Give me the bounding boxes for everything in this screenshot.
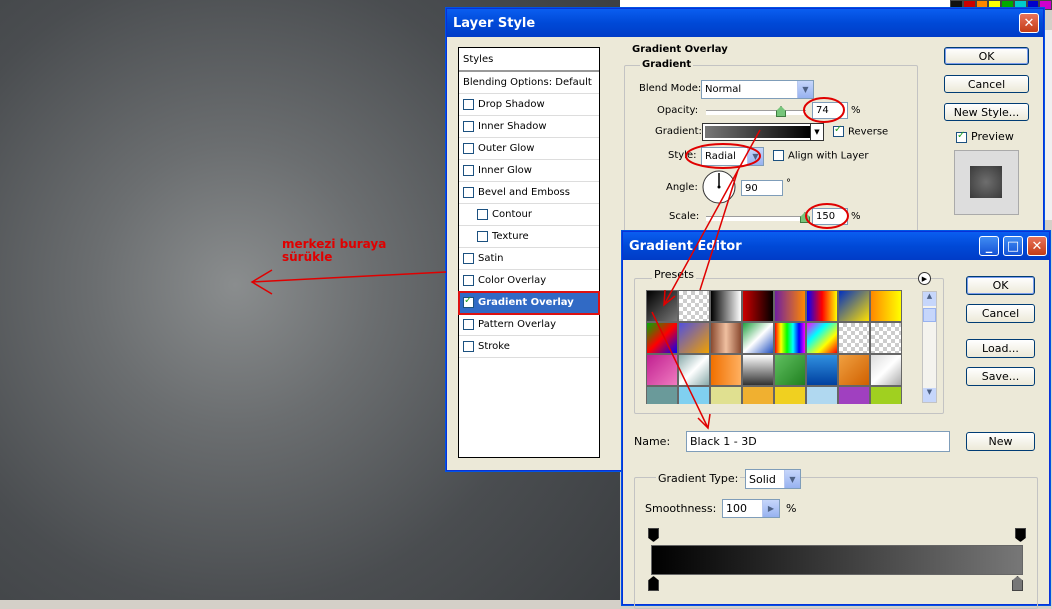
arrow-to-center [251,271,447,283]
arrow-head-preset [663,289,676,307]
annotation-arrows [250,129,761,430]
arrow-to-name [651,311,709,429]
arrow-to-preset [663,129,761,306]
